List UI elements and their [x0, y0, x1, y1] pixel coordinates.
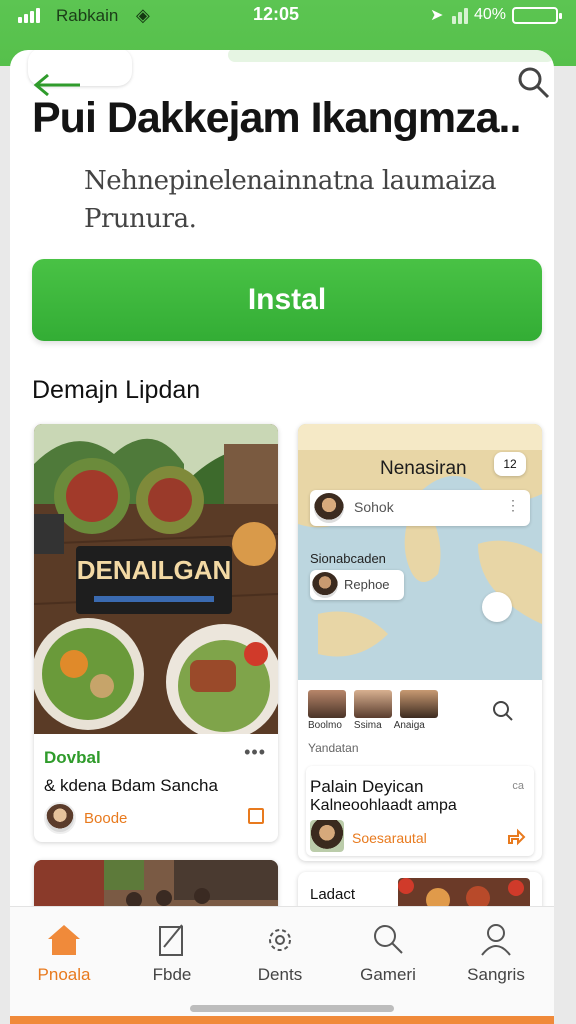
- status-time: 12:05: [253, 4, 300, 24]
- map-badge: 12: [494, 452, 526, 476]
- map-pin-icon[interactable]: [482, 592, 512, 622]
- home-indicator: [190, 1005, 394, 1012]
- wifi-icon: ◈: [136, 5, 150, 25]
- map-chip-text: Rephoe: [344, 577, 390, 592]
- person-thumbnail[interactable]: [400, 690, 438, 718]
- nav-item-home[interactable]: Pnoala: [10, 907, 118, 1007]
- battery-icon: [512, 7, 562, 24]
- search-icon[interactable]: [492, 700, 514, 722]
- card-category: Dovbal: [44, 748, 101, 767]
- avatar: [310, 820, 344, 852]
- map-chip[interactable]: Rephoe: [310, 570, 404, 600]
- person-label: Boolmo: [308, 720, 342, 731]
- inner-card-subtitle: Kalneoohlaadt ampa: [310, 797, 457, 814]
- nav-item-search[interactable]: Gameri: [334, 907, 442, 1007]
- location-icon: ➤: [430, 7, 444, 24]
- avatar: [44, 802, 76, 834]
- signal-icon: [18, 8, 40, 23]
- app-description: Nehnepinelenainnatna laumaiza Prunura.: [84, 166, 497, 234]
- cell-signal-icon: [452, 8, 468, 24]
- nav-label: Sangris: [467, 965, 525, 984]
- more-options-icon[interactable]: •••: [244, 742, 266, 763]
- map-title: Nenasiran: [380, 458, 467, 479]
- arrow-left-icon: [33, 73, 80, 97]
- install-button[interactable]: Instal: [32, 259, 542, 341]
- calendar-icon[interactable]: [248, 808, 264, 824]
- map-search-text: Sohok: [354, 499, 394, 515]
- nav-label: Dents: [257, 965, 303, 984]
- options-icon[interactable]: ⋮: [506, 497, 520, 514]
- person-thumbnail[interactable]: [308, 690, 346, 718]
- search-icon: [518, 67, 550, 99]
- card-title: Ladact: [310, 886, 356, 903]
- app-detail-sheet: Pui Dakkejam Ikangmza.. Nehnepinelenainn…: [10, 50, 554, 1024]
- screenshot-card-food[interactable]: DENAILGAN Dovbal ••• & kdena Bdam Sancha…: [34, 424, 278, 842]
- card-author[interactable]: Boode: [84, 810, 127, 827]
- search-icon: [374, 925, 403, 954]
- nav-label: Pnoala: [37, 965, 91, 984]
- gear-icon: [269, 929, 291, 951]
- card-caption: Yandatan: [308, 741, 359, 755]
- edit-icon: [159, 924, 183, 956]
- inner-card-meta: ca: [512, 780, 524, 792]
- profile-icon: [481, 924, 511, 956]
- battery-percent: 40%: [474, 6, 507, 23]
- person-label: Ssima: [353, 720, 382, 731]
- nav-label: Gameri: [360, 965, 416, 984]
- card-subtitle: & kdena Bdam Sancha: [44, 776, 218, 795]
- inner-card-title: Palain Deyican: [310, 777, 424, 796]
- person-thumbnail[interactable]: [354, 690, 392, 718]
- nav-item-profile[interactable]: Sangris: [442, 907, 550, 1007]
- people-row: [308, 690, 438, 718]
- section-title: Demajn Lipdan: [32, 376, 201, 404]
- nav-item-settings[interactable]: Dents: [226, 907, 334, 1007]
- share-icon[interactable]: [506, 826, 526, 846]
- bottom-navigation: Pnoala Fbde Dents Gameri Sangris: [10, 906, 554, 1024]
- carrier-name: Rabkain: [56, 6, 119, 25]
- nav-label: Fbde: [152, 965, 192, 984]
- nav-item-edit[interactable]: Fbde: [118, 907, 226, 1007]
- app-title: Pui Dakkejam Ikangmza..: [32, 94, 521, 142]
- food-photo: DENAILGAN: [34, 424, 278, 734]
- sign-text: DENAILGAN: [77, 555, 232, 585]
- avatar: [312, 572, 338, 598]
- map-label: Sionabcaden: [310, 551, 386, 566]
- bottom-accent-strip: [10, 1016, 554, 1024]
- home-icon: [48, 925, 80, 955]
- people-labels: Boolmo Ssima Anaiga: [308, 720, 425, 731]
- map-search-bar[interactable]: Sohok ⋮: [310, 490, 530, 526]
- tab-pill-secondary: [228, 50, 554, 62]
- avatar: [314, 493, 344, 523]
- screenshot-card-map[interactable]: Nenasiran 12 Sohok ⋮ Sionabcaden Rephoe …: [298, 424, 542, 861]
- inner-card-author[interactable]: Soesarautal: [352, 830, 427, 846]
- person-label: Anaiga: [393, 720, 425, 731]
